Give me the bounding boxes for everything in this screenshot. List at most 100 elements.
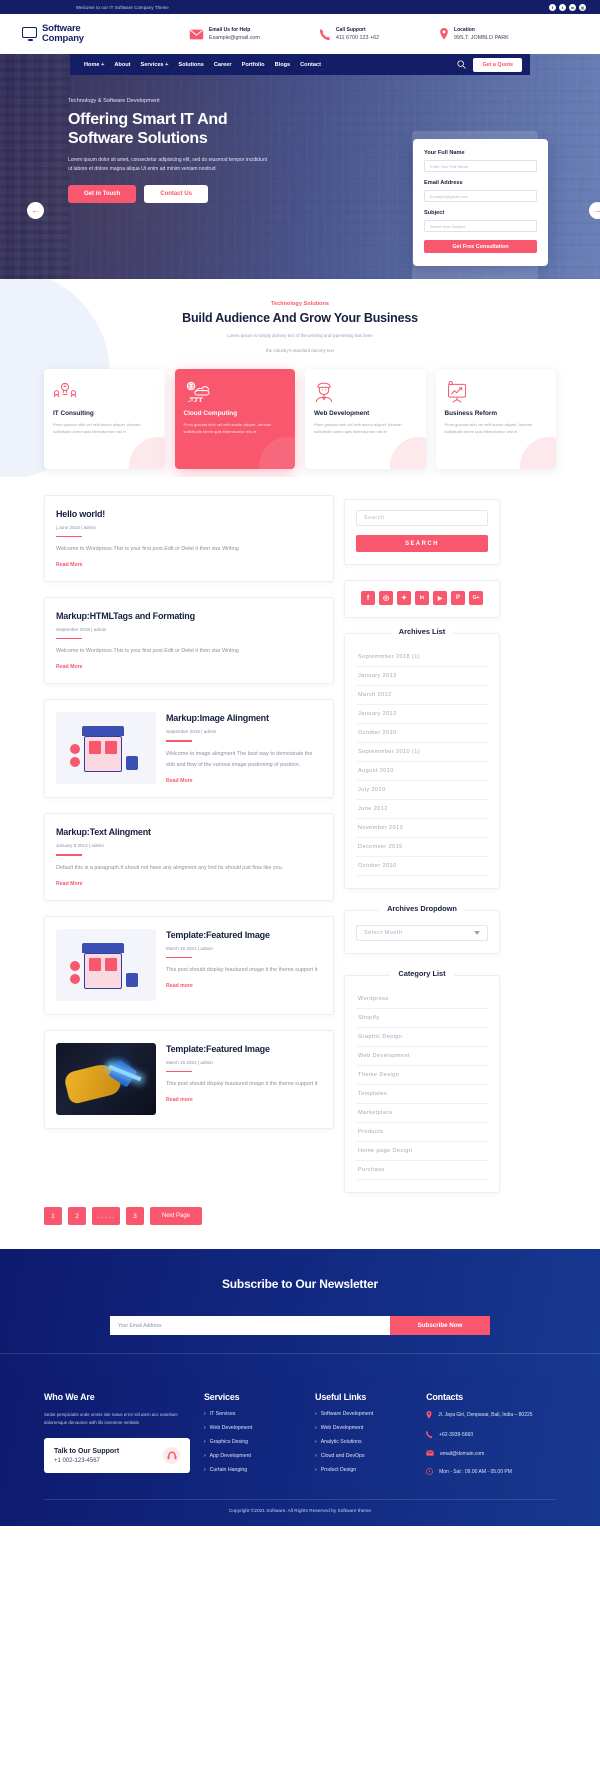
post-title[interactable]: Template:Featured Image xyxy=(166,929,322,941)
archive-item[interactable]: August 2010 xyxy=(356,762,488,781)
footer-service-link[interactable]: › Graphics Desing xyxy=(204,1439,301,1445)
footer-useful-link[interactable]: › Analytic Solutions xyxy=(315,1439,412,1445)
carousel-prev-arrow-icon[interactable]: ← xyxy=(27,202,44,219)
footer-useful-link[interactable]: › Web Development xyxy=(315,1425,412,1431)
search-icon[interactable] xyxy=(457,60,467,69)
archive-item[interactable]: January 2012 xyxy=(356,705,488,724)
service-card-it-consulting[interactable]: IT Consulting Proin gravida nibh vel vel… xyxy=(44,369,165,469)
service-card-web-development[interactable]: Web Development Proin gravida nibh vel v… xyxy=(305,369,426,469)
category-item[interactable]: Graphic Design xyxy=(356,1028,488,1047)
post-thumbnail[interactable] xyxy=(56,712,156,785)
site-logo[interactable]: Software Company xyxy=(22,24,171,44)
email-input[interactable]: Example@gmail.com xyxy=(424,190,537,202)
twitter-icon[interactable]: ✦ xyxy=(397,591,411,605)
footer-useful-link[interactable]: › Software Development xyxy=(315,1411,412,1417)
instagram-icon[interactable]: ◎ xyxy=(379,591,393,605)
linkedin-icon[interactable]: in xyxy=(569,3,576,11)
archive-item[interactable]: June 2012 xyxy=(356,800,488,819)
archive-item[interactable]: November 2013 xyxy=(356,819,488,838)
header-email-block[interactable]: Email Us for Help Example@gmail.com xyxy=(189,27,320,42)
nav-item-contact[interactable]: Contact xyxy=(300,62,321,68)
footer-service-link[interactable]: › Web Development xyxy=(204,1425,301,1431)
post-title[interactable]: Markup:HTMLTags and Formating xyxy=(56,610,322,622)
select-month-dropdown[interactable]: Select Month xyxy=(356,925,488,941)
googleplus-icon[interactable]: G+ xyxy=(469,591,483,605)
header-location-block[interactable]: Location 99S.T. JOMBLO PARK xyxy=(439,27,578,42)
blog-post[interactable]: Template:Featured Image March 15 2021 | … xyxy=(44,915,334,1015)
page-1-button[interactable]: 1 xyxy=(44,1207,62,1225)
youtube-icon[interactable]: ▶ xyxy=(433,591,447,605)
main-navigation[interactable]: Home + About Services + Solutions Career… xyxy=(70,54,530,75)
instagram-icon[interactable]: ◎ xyxy=(579,3,586,11)
category-item[interactable]: Shopify xyxy=(356,1009,488,1028)
pinterest-icon[interactable]: P xyxy=(451,591,465,605)
hero-consultation-form[interactable]: Your Full Name Enter Your Full Name Emai… xyxy=(413,139,548,266)
get-in-touch-button[interactable]: Get in Touch xyxy=(68,185,137,203)
contact-phone[interactable]: +62-3939-5660 xyxy=(426,1431,556,1441)
post-title[interactable]: Template:Featured Image xyxy=(166,1043,322,1055)
post-thumbnail[interactable] xyxy=(56,928,156,1001)
nav-item-home[interactable]: Home + xyxy=(84,62,104,68)
page-2-button[interactable]: 2 xyxy=(68,1207,86,1225)
full-name-input[interactable]: Enter Your Full Name xyxy=(424,160,537,172)
blog-post[interactable]: Markup:Image Alingment September 2018 | … xyxy=(44,699,334,799)
service-card-business-reform[interactable]: Business Reform Proin gravida nibh vel v… xyxy=(435,369,556,469)
newsletter-email-input[interactable]: Your Email Address xyxy=(110,1316,390,1335)
post-title[interactable]: Markup:Image Alingment xyxy=(166,712,322,724)
footer-useful-link[interactable]: › Product Design xyxy=(315,1467,412,1473)
read-more-link[interactable]: Read more xyxy=(166,1097,322,1103)
category-item[interactable]: Marketplace xyxy=(356,1104,488,1123)
read-more-link[interactable]: Read more xyxy=(166,983,322,989)
search-input[interactable]: Search xyxy=(356,510,488,526)
nav-item-blogs[interactable]: Blogs xyxy=(275,62,291,68)
contact-us-button[interactable]: Contact Us xyxy=(144,185,208,203)
linkedin-icon[interactable]: in xyxy=(415,591,429,605)
blog-post[interactable]: Template:Featured Image March 15 2021 | … xyxy=(44,1029,334,1129)
category-item[interactable]: Purchase xyxy=(356,1161,488,1180)
archive-item[interactable]: Septemmber 2018 (1) xyxy=(356,648,488,667)
subscribe-now-button[interactable]: Subscribe Now xyxy=(390,1316,490,1335)
get-a-quote-button[interactable]: Get a Quote xyxy=(473,57,522,72)
category-item[interactable]: Wordpress xyxy=(356,990,488,1009)
subject-input[interactable]: Select Your Subject xyxy=(424,220,537,232)
post-title[interactable]: Hello world! xyxy=(56,508,322,520)
category-item[interactable]: Templates xyxy=(356,1085,488,1104)
nav-item-solutions[interactable]: Solutions xyxy=(178,62,203,68)
category-item[interactable]: Theme Design xyxy=(356,1066,488,1085)
page-ellipsis[interactable]: . . . . . xyxy=(92,1207,120,1225)
carousel-next-arrow-icon[interactable]: → xyxy=(589,202,600,219)
contact-email[interactable]: email@domain.com xyxy=(426,1450,556,1459)
service-card-cloud-computing[interactable]: Cloud Computing Proin gravida nibh vel v… xyxy=(174,369,295,469)
facebook-icon[interactable]: f xyxy=(361,591,375,605)
footer-service-link[interactable]: › IT Services xyxy=(204,1411,301,1417)
archive-item[interactable]: Septemmber 2010 (1) xyxy=(356,743,488,762)
blog-post[interactable]: Markup:HTMLTags and Formating September … xyxy=(44,597,334,685)
get-free-consultation-button[interactable]: Get Free Consultation xyxy=(424,240,537,253)
blog-post[interactable]: Markup:Text Alingment January 9 2013 | a… xyxy=(44,813,334,901)
blog-post[interactable]: Hello world! j.June 2018 | admin Welcome… xyxy=(44,495,334,583)
footer-useful-link[interactable]: › Cloud and DevOps xyxy=(315,1453,412,1459)
footer-service-link[interactable]: › App Development xyxy=(204,1453,301,1459)
archive-item[interactable]: March 2012 xyxy=(356,686,488,705)
nav-item-about[interactable]: About xyxy=(114,62,130,68)
topbar-social-links[interactable]: f t in ◎ xyxy=(549,3,586,11)
next-page-button[interactable]: Next Page xyxy=(149,1207,203,1225)
facebook-icon[interactable]: f xyxy=(549,3,556,11)
support-card[interactable]: Talk to Our Support +1 002-123-4567 xyxy=(44,1438,190,1473)
archive-item[interactable]: October 2010 xyxy=(356,857,488,876)
read-more-link[interactable]: Read More xyxy=(56,562,322,568)
nav-item-career[interactable]: Career xyxy=(214,62,232,68)
header-call-block[interactable]: Call Support 411 6700 123 +62 xyxy=(319,27,439,42)
archive-item[interactable]: July 2010 xyxy=(356,781,488,800)
search-button[interactable]: SEARCH xyxy=(356,535,488,552)
page-3-button[interactable]: 3 xyxy=(125,1207,144,1225)
footer-service-link[interactable]: › Curtain Hanging xyxy=(204,1467,301,1473)
post-thumbnail[interactable] xyxy=(56,1042,156,1115)
twitter-icon[interactable]: t xyxy=(559,3,566,11)
archive-item[interactable]: October 2010 xyxy=(356,724,488,743)
archive-item[interactable]: Decemver 2015 xyxy=(356,838,488,857)
read-more-link[interactable]: Read More xyxy=(56,881,322,887)
archive-item[interactable]: January 2013 xyxy=(356,667,488,686)
category-item[interactable]: Products xyxy=(356,1123,488,1142)
post-title[interactable]: Markup:Text Alingment xyxy=(56,826,322,838)
